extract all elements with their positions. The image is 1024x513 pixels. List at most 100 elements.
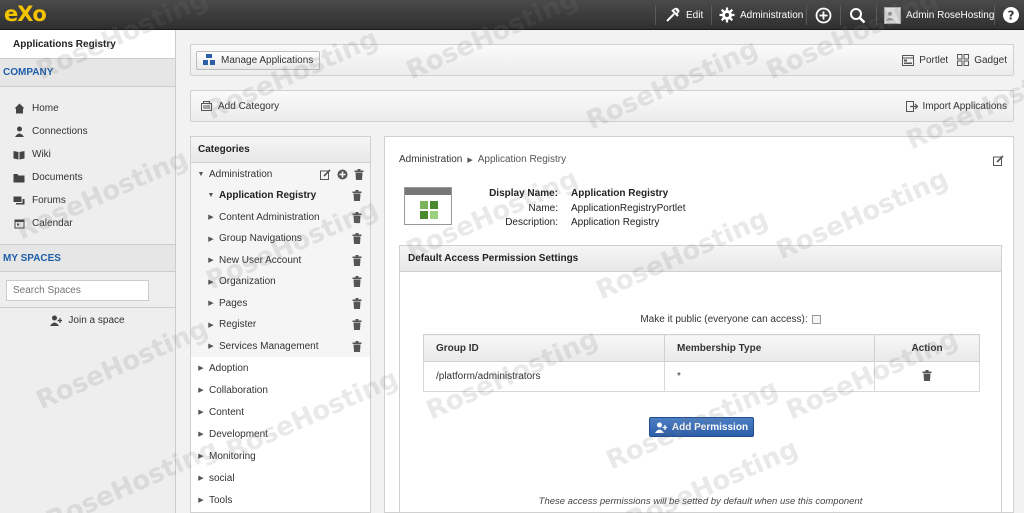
permission-note: These access permissions will be setted … xyxy=(538,496,863,507)
categories-panel: Categories ▼ Administration ▼ Application… xyxy=(190,136,371,513)
trash-icon[interactable] xyxy=(352,190,362,204)
folder-icon xyxy=(13,172,25,184)
avatar xyxy=(884,6,901,24)
sidebar-item-calendar[interactable]: Calendar xyxy=(0,212,175,235)
trash-icon[interactable] xyxy=(352,297,362,312)
breadcrumb-parent[interactable]: Administration xyxy=(399,154,462,165)
category-item[interactable]: ▶ social xyxy=(191,467,370,489)
edit-icon[interactable] xyxy=(993,155,1004,166)
category-item[interactable]: ▶ New User Account xyxy=(191,250,370,272)
edit-icon[interactable] xyxy=(320,168,331,180)
portlet-link[interactable]: Portlet xyxy=(902,54,949,66)
category-item[interactable]: ▶ Content xyxy=(191,401,370,423)
trash-icon[interactable] xyxy=(352,319,362,333)
manage-applications-button[interactable]: Manage Applications xyxy=(196,50,321,70)
caret-right-icon: ▶ xyxy=(208,278,214,286)
add-circle-icon[interactable] xyxy=(337,169,348,180)
add-permission-button[interactable]: Add Permission xyxy=(649,417,754,437)
category-item[interactable]: ▶ Organization xyxy=(191,271,370,293)
category-administration[interactable]: ▼ Administration xyxy=(191,163,370,185)
caret-right-icon: ▶ xyxy=(208,343,214,351)
toolbar-divider xyxy=(806,5,807,25)
trash-icon[interactable] xyxy=(352,233,362,247)
trash-icon[interactable] xyxy=(352,340,362,355)
category-item[interactable]: ▶ Collaboration xyxy=(191,379,370,401)
caret-right-icon: ▶ xyxy=(198,453,204,460)
sidebar-item-home[interactable]: Home xyxy=(0,97,175,120)
caret-down-icon: ▼ xyxy=(207,192,215,200)
trash-icon[interactable] xyxy=(922,369,932,381)
category-label: Register xyxy=(219,319,257,331)
add-category-button[interactable]: Add Category xyxy=(201,101,279,112)
category-label: Collaboration xyxy=(209,384,268,396)
caret-right-icon: ▶ xyxy=(198,409,204,416)
current-app-title[interactable]: Applications Registry xyxy=(0,30,175,59)
portlet-icon xyxy=(902,54,915,66)
edit-button[interactable]: Edit xyxy=(665,0,703,30)
gadget-link[interactable]: Gadget xyxy=(957,54,1007,66)
plus-circle-icon xyxy=(815,7,832,23)
portlet-label: Portlet xyxy=(919,54,949,66)
category-item[interactable]: ▼ Application Registry xyxy=(191,185,370,207)
import-applications-label: Import Applications xyxy=(922,100,1008,112)
top-navigation-bar: eXo Edit Administration Admin RoseHostin… xyxy=(0,0,1024,30)
help-button[interactable]: ? xyxy=(1002,0,1024,30)
caret-right-icon: ▶ xyxy=(198,497,204,504)
trash-icon[interactable] xyxy=(354,168,364,180)
sidebar-item-wiki[interactable]: Wiki xyxy=(0,143,175,166)
table-row: /platform/administrators * xyxy=(423,361,980,392)
category-item[interactable]: ▶ Monitoring xyxy=(191,445,370,467)
sidebar-item-label: Forums xyxy=(32,195,66,206)
sidebar-item-label: Documents xyxy=(32,172,83,183)
svg-text:?: ? xyxy=(1008,9,1015,23)
category-item[interactable]: ▶ Register xyxy=(191,314,370,336)
sidebar-item-connections[interactable]: Connections xyxy=(0,120,175,143)
collapsed-categories: ▶ Adoption ▶ Collaboration ▶ Content ▶ Developm… xyxy=(191,357,370,511)
trash-icon[interactable] xyxy=(352,276,362,290)
gadget-icon xyxy=(957,54,970,66)
make-public-checkbox[interactable] xyxy=(811,315,821,324)
trash-icon[interactable] xyxy=(352,211,362,226)
category-item[interactable]: ▶ Content Administration xyxy=(191,207,370,229)
exo-logo[interactable]: eXo xyxy=(4,2,47,26)
name-label: Name: xyxy=(528,202,558,214)
home-icon xyxy=(13,103,25,115)
category-item[interactable]: ▶ Pages xyxy=(191,293,370,315)
administration-button[interactable]: Administration xyxy=(719,0,803,30)
permission-settings-title: Default Access Permission Settings xyxy=(400,246,1001,272)
search-button[interactable] xyxy=(849,0,871,30)
add-button[interactable] xyxy=(815,0,837,30)
sidebar-item-forums[interactable]: Forums xyxy=(0,189,175,212)
display-name-label: Display Name: xyxy=(489,188,558,199)
calendar-icon xyxy=(13,218,25,230)
toolbar-divider xyxy=(840,5,841,25)
caret-right-icon: ▶ xyxy=(198,475,204,482)
add-permission-label: Add Permission xyxy=(671,421,749,433)
action-cell xyxy=(874,361,980,392)
category-item[interactable]: ▶ Group Navigations xyxy=(191,228,370,250)
sidebar-item-documents[interactable]: Documents xyxy=(0,166,175,189)
add-category-label: Add Category xyxy=(218,100,280,112)
table-header-row: Group ID Membership Type Action xyxy=(423,334,980,362)
import-area: Import Applications xyxy=(905,91,1008,121)
category-label: Content xyxy=(209,406,245,418)
application-info: Display Name: Application Registry Name:… xyxy=(385,188,686,232)
category-label: Development xyxy=(209,428,268,440)
my-spaces-section-title: MY SPACES xyxy=(0,244,175,272)
caret-right-icon: ▶ xyxy=(208,214,214,222)
left-sidebar: Applications Registry COMPANY Home Conne… xyxy=(0,30,176,513)
space-search-area xyxy=(0,272,175,308)
category-item[interactable]: ▶ Services Management xyxy=(191,336,370,358)
toolbar-divider xyxy=(655,5,656,25)
category-label: Organization xyxy=(219,276,276,288)
import-applications-button[interactable]: Import Applications xyxy=(905,100,1008,112)
name-row: Name: ApplicationRegistryPortlet xyxy=(385,203,686,218)
category-item[interactable]: ▶ Development xyxy=(191,423,370,445)
category-item[interactable]: ▶ Adoption xyxy=(191,357,370,379)
trash-icon[interactable] xyxy=(352,254,362,269)
category-label: Application Registry xyxy=(219,190,317,202)
search-spaces-input[interactable] xyxy=(6,280,149,301)
category-item[interactable]: ▶ Tools xyxy=(191,489,370,511)
join-space-link[interactable]: Join a space xyxy=(0,308,175,332)
user-menu[interactable]: Admin RoseHosting xyxy=(884,0,994,30)
